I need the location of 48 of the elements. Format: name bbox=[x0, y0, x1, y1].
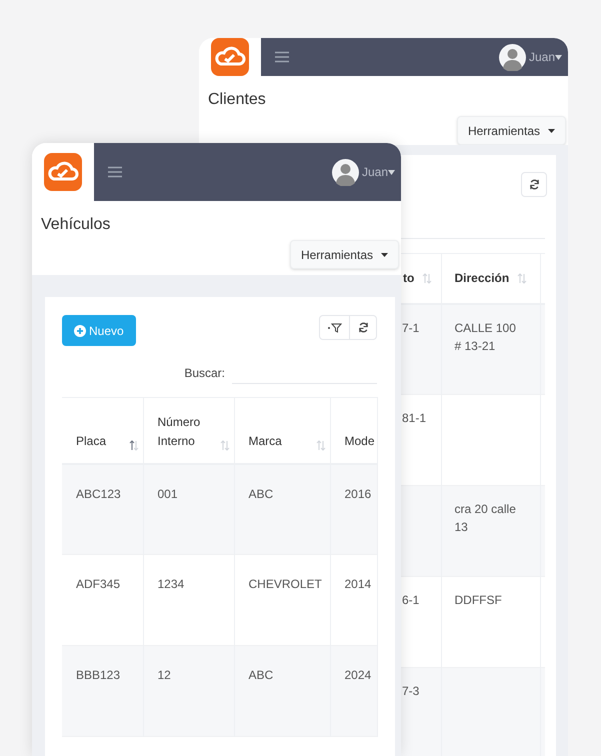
table-cell-text: cra 20 calle 13 bbox=[454, 501, 517, 536]
caret-icon[interactable] bbox=[555, 54, 562, 60]
table-cell: ABC bbox=[248, 668, 274, 682]
page-title: Vehículos bbox=[41, 215, 112, 235]
table-cell: 2016 bbox=[344, 486, 372, 500]
table-cell-text: 81-1 bbox=[402, 410, 428, 427]
table-cell: 001 bbox=[158, 486, 178, 500]
menu-icon[interactable] bbox=[108, 166, 122, 178]
column-header[interactable]: Número Interno bbox=[158, 412, 220, 450]
refresh-button[interactable] bbox=[521, 172, 547, 197]
caret-icon bbox=[548, 128, 555, 132]
column-header[interactable]: Mode bbox=[344, 432, 375, 450]
table-cell: ABC123 bbox=[76, 486, 121, 500]
cloud-logo-icon[interactable] bbox=[211, 38, 249, 76]
menu-icon[interactable] bbox=[275, 51, 289, 63]
sort-icon[interactable] bbox=[128, 440, 138, 450]
tools-dropdown-button[interactable]: Herramientas bbox=[456, 116, 566, 145]
table-cell-text: 7-1 bbox=[402, 320, 420, 336]
table-cell-text: CALLE 100 # 13-21 bbox=[454, 320, 517, 354]
column-header[interactable]: Marca bbox=[248, 432, 282, 450]
page-title: Clientes bbox=[208, 90, 267, 110]
tools-dropdown-button[interactable]: Herramientas bbox=[290, 240, 399, 269]
cloud-logo-icon[interactable] bbox=[44, 153, 82, 191]
table-cell-text: DDFFSF bbox=[454, 592, 503, 609]
table-cell-text: 7-3 bbox=[402, 683, 420, 700]
user-name[interactable]: Juan bbox=[362, 163, 388, 181]
table-cell: CHEVROLET bbox=[248, 577, 322, 591]
table-cell-text: 6-1 bbox=[402, 592, 420, 609]
avatar-icon[interactable] bbox=[332, 158, 359, 186]
table-cell: ADF345 bbox=[76, 577, 120, 591]
table-cell: ABC bbox=[248, 486, 274, 500]
column-header[interactable]: Placa bbox=[76, 432, 106, 450]
column-header[interactable]: Dirección bbox=[454, 269, 510, 288]
plus-circle-icon bbox=[74, 324, 86, 336]
table-cell: BBB123 bbox=[76, 668, 120, 682]
user-name[interactable]: Juan bbox=[528, 48, 555, 66]
refresh-icon bbox=[528, 179, 540, 190]
table-cell: 2024 bbox=[344, 668, 372, 682]
avatar-icon[interactable] bbox=[498, 44, 526, 70]
filter-icon bbox=[328, 322, 342, 332]
search-label: Buscar: bbox=[184, 365, 225, 382]
table-cell: 2014 bbox=[344, 577, 372, 591]
caret-icon[interactable] bbox=[388, 170, 395, 174]
refresh-icon bbox=[358, 322, 368, 333]
column-header[interactable]: to bbox=[403, 269, 414, 288]
table-cell: 12 bbox=[158, 668, 171, 682]
table-cell: 1234 bbox=[158, 577, 184, 591]
caret-icon bbox=[381, 252, 388, 256]
